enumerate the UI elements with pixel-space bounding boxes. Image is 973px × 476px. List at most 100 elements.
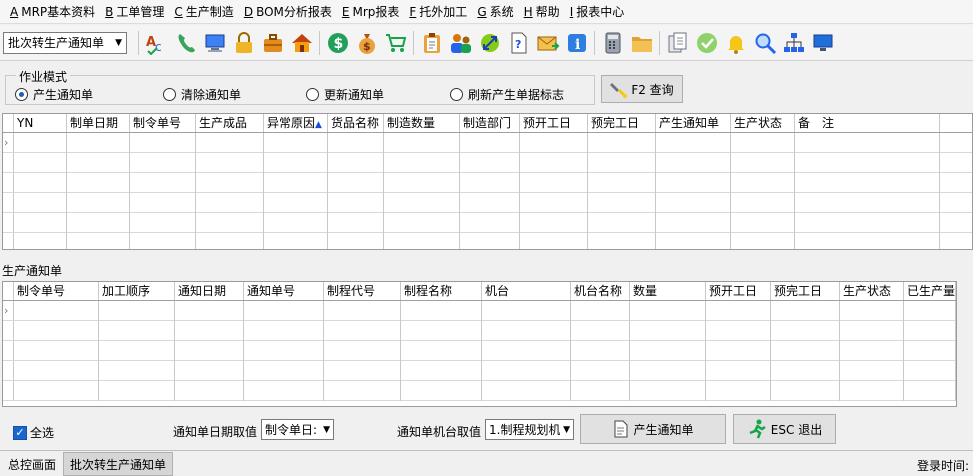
table-cell[interactable] xyxy=(571,341,630,361)
table-cell[interactable] xyxy=(840,381,904,401)
table-row[interactable] xyxy=(3,233,972,249)
table-cell[interactable] xyxy=(99,361,175,381)
table-cell[interactable] xyxy=(324,321,401,341)
table-cell[interactable] xyxy=(14,173,67,193)
col-plan-finish[interactable]: 预完工日 xyxy=(588,114,656,132)
table-cell[interactable] xyxy=(14,341,99,361)
table-cell[interactable] xyxy=(656,173,731,193)
table-cell[interactable] xyxy=(588,173,656,193)
table-cell[interactable] xyxy=(588,133,656,153)
money-bag-icon[interactable]: $ xyxy=(352,29,381,57)
row-selector[interactable] xyxy=(3,153,14,172)
table-cell[interactable] xyxy=(588,153,656,173)
table-cell[interactable] xyxy=(14,381,99,401)
row-selector[interactable] xyxy=(3,193,14,212)
table-cell[interactable] xyxy=(328,193,384,213)
table-cell[interactable] xyxy=(130,173,196,193)
table-cell[interactable] xyxy=(328,133,384,153)
col-notice-date[interactable]: 通知日期 xyxy=(175,282,244,300)
table-cell[interactable] xyxy=(656,153,731,173)
table-cell[interactable] xyxy=(401,321,482,341)
table-cell[interactable] xyxy=(99,301,175,321)
table-cell[interactable] xyxy=(460,153,520,173)
table-cell[interactable] xyxy=(328,153,384,173)
table-cell[interactable] xyxy=(630,361,706,381)
documents-icon[interactable] xyxy=(663,29,692,57)
phone-icon[interactable] xyxy=(171,29,200,57)
table-cell[interactable] xyxy=(384,153,460,173)
table-cell[interactable] xyxy=(630,381,706,401)
table-cell[interactable] xyxy=(706,381,771,401)
table-cell[interactable] xyxy=(731,193,795,213)
table-row[interactable] xyxy=(3,213,972,233)
table-cell[interactable] xyxy=(795,133,940,153)
row-selector[interactable] xyxy=(3,341,14,360)
row-selector[interactable] xyxy=(3,361,14,380)
table-cell[interactable] xyxy=(196,153,264,173)
table-cell[interactable] xyxy=(130,213,196,233)
col-order-no[interactable]: 制令单号 xyxy=(14,282,99,300)
table-cell[interactable] xyxy=(571,321,630,341)
row-selector[interactable] xyxy=(3,381,14,400)
table-cell[interactable] xyxy=(771,381,840,401)
table-cell[interactable] xyxy=(630,341,706,361)
menu-report-center[interactable]: I 报表中心 xyxy=(570,3,625,20)
col-product[interactable]: 生产成品 xyxy=(196,114,264,132)
dollar-icon[interactable]: $ xyxy=(323,29,352,57)
table-cell[interactable] xyxy=(130,193,196,213)
exit-button[interactable]: ESC 退出 xyxy=(733,414,836,444)
table-cell[interactable] xyxy=(384,213,460,233)
table-cell[interactable] xyxy=(14,321,99,341)
col-notice-no[interactable]: 通知单号 xyxy=(244,282,324,300)
table-cell[interactable] xyxy=(731,233,795,249)
table-row[interactable]: › xyxy=(3,301,956,321)
table-cell[interactable] xyxy=(840,301,904,321)
table-cell[interactable] xyxy=(14,301,99,321)
table-cell[interactable] xyxy=(731,133,795,153)
table-cell[interactable] xyxy=(904,381,956,401)
table-cell[interactable] xyxy=(520,233,588,249)
table-cell[interactable] xyxy=(460,193,520,213)
table-cell[interactable] xyxy=(795,233,940,249)
table-cell[interactable] xyxy=(264,233,328,249)
table-cell[interactable] xyxy=(520,153,588,173)
col-machine[interactable]: 机台 xyxy=(482,282,571,300)
table-cell[interactable] xyxy=(771,321,840,341)
table-row[interactable] xyxy=(3,341,956,361)
folder-icon[interactable] xyxy=(627,29,656,57)
users-icon[interactable] xyxy=(446,29,475,57)
machine-source-select[interactable]: 1.制程规划机 ▼ xyxy=(485,419,574,440)
table-cell[interactable] xyxy=(630,321,706,341)
menu-bom-report[interactable]: D BOM分析报表 xyxy=(244,3,332,20)
table-cell[interactable] xyxy=(482,321,571,341)
table-cell[interactable] xyxy=(588,233,656,249)
col-plan-start[interactable]: 预开工日 xyxy=(520,114,588,132)
table-cell[interactable] xyxy=(656,213,731,233)
row-selector[interactable] xyxy=(3,173,14,192)
col-plan-start[interactable]: 预开工日 xyxy=(706,282,771,300)
computer-icon[interactable] xyxy=(200,29,229,57)
table-cell[interactable] xyxy=(771,341,840,361)
table-cell[interactable] xyxy=(482,341,571,361)
info-icon[interactable]: i xyxy=(562,29,591,57)
table-cell[interactable] xyxy=(196,173,264,193)
table-cell[interactable] xyxy=(401,381,482,401)
table-cell[interactable] xyxy=(904,341,956,361)
table-cell[interactable] xyxy=(731,173,795,193)
table-cell[interactable] xyxy=(264,213,328,233)
table-cell[interactable] xyxy=(175,361,244,381)
table-cell[interactable] xyxy=(706,341,771,361)
col-notice-generated[interactable]: 产生通知单 xyxy=(656,114,731,132)
table-cell[interactable] xyxy=(771,361,840,381)
col-item-name[interactable]: 货品名称 xyxy=(328,114,384,132)
table-cell[interactable] xyxy=(588,193,656,213)
table-cell[interactable] xyxy=(175,381,244,401)
row-selector[interactable]: › xyxy=(3,301,14,320)
table-cell[interactable] xyxy=(656,133,731,153)
table-cell[interactable] xyxy=(264,153,328,173)
table-cell[interactable] xyxy=(571,381,630,401)
radio-generate-notice[interactable]: 产生通知单 xyxy=(15,86,93,103)
table-cell[interactable] xyxy=(196,193,264,213)
table-cell[interactable] xyxy=(244,381,324,401)
bell-icon[interactable] xyxy=(721,29,750,57)
